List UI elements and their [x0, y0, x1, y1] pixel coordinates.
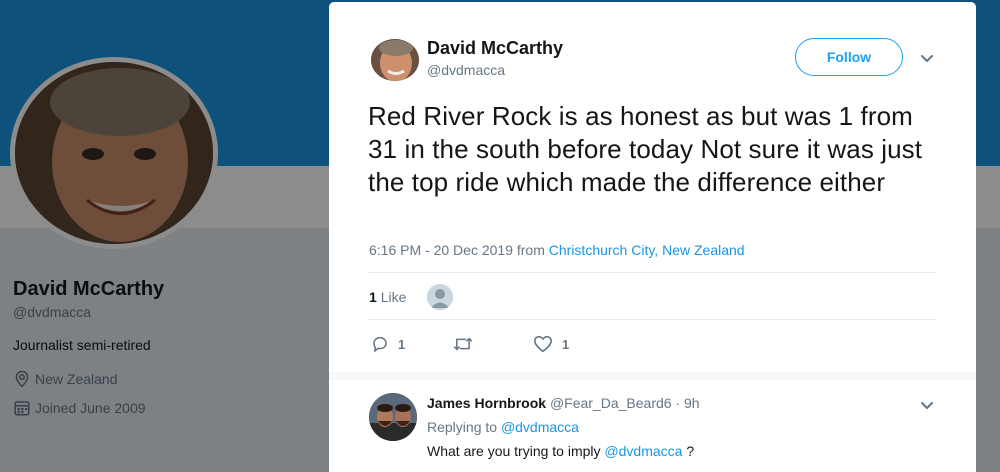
tweet-location-link[interactable]: Christchurch City, New Zealand [549, 242, 745, 258]
reply-header: James Hornbrook @Fear_Da_Beard6 · 9h [427, 395, 700, 411]
heart-icon [533, 335, 552, 353]
tweet-author-handle[interactable]: @dvdmacca [427, 62, 505, 78]
retweet-action[interactable] [453, 335, 482, 353]
divider [368, 272, 936, 273]
reply-time[interactable]: 9h [684, 395, 700, 411]
reply-text: What are you trying to imply @dvdmacca ? [427, 443, 694, 459]
replying-to-prefix: Replying to [427, 419, 501, 435]
reply-author-avatar[interactable] [369, 393, 417, 441]
reply-action[interactable]: 1 [371, 335, 405, 353]
chevron-down-icon[interactable] [919, 51, 935, 67]
like-count-summary[interactable]: 1 Like [369, 289, 406, 305]
like-count-label: Like [380, 289, 407, 305]
like-action-count: 1 [562, 336, 570, 352]
tweet-timestamp[interactable]: 6:16 PM - 20 Dec 2019 from [369, 242, 549, 258]
reply-author-name[interactable]: James Hornbrook [427, 395, 546, 411]
follow-button[interactable]: Follow [795, 38, 903, 76]
like-count-number: 1 [369, 289, 377, 305]
reply-text-end: ? [682, 443, 695, 459]
divider [368, 319, 936, 320]
retweet-icon [453, 337, 473, 351]
replying-to-mention[interactable]: @dvdmacca [501, 419, 579, 435]
section-divider [329, 372, 976, 380]
reply-text-mention[interactable]: @dvdmacca [604, 443, 682, 459]
reply-icon [373, 336, 387, 352]
tweet-text: Red River Rock is as honest as but was 1… [368, 101, 923, 197]
tweet-metadata: 6:16 PM - 20 Dec 2019 from Christchurch … [369, 242, 745, 258]
tweet-modal: David McCarthy @dvdmacca Follow Red Rive… [329, 2, 976, 472]
replying-to: Replying to @dvdmacca [427, 419, 579, 435]
tweet-author-avatar[interactable] [371, 39, 419, 81]
reply-count: 1 [398, 336, 406, 352]
chevron-down-icon[interactable] [919, 398, 935, 414]
like-action[interactable]: 1 [533, 335, 569, 353]
tweet-author-name[interactable]: David McCarthy [427, 38, 563, 59]
reply-text-body: What are you trying to imply [427, 443, 605, 459]
reply-author-handle[interactable]: @Fear_Da_Beard6 [550, 395, 672, 411]
reply-separator: · [675, 395, 681, 411]
liker-avatar[interactable] [427, 284, 453, 310]
